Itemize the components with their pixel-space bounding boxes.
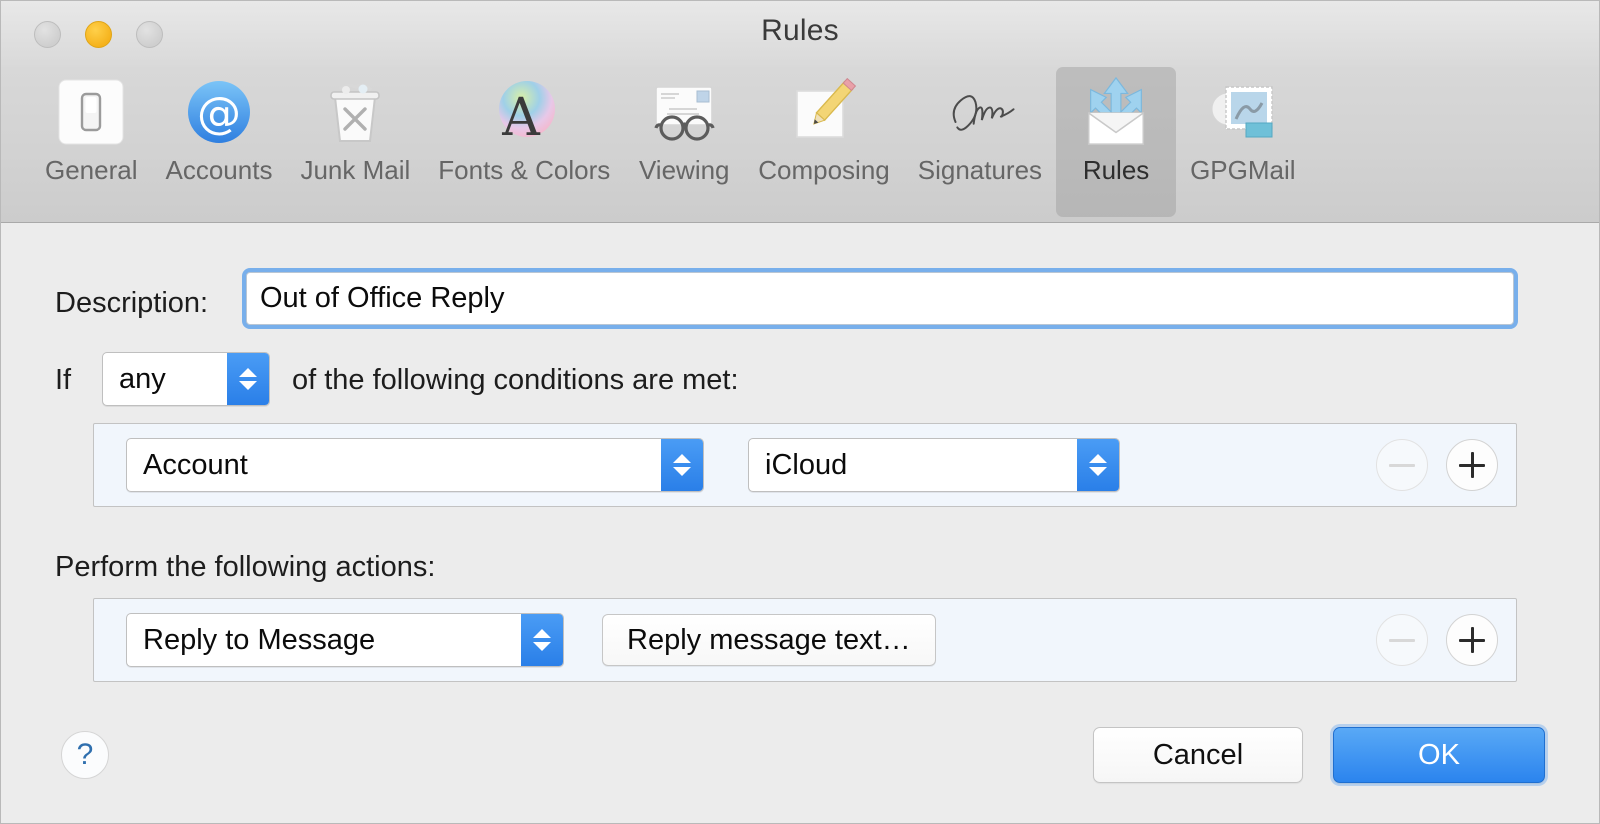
minus-icon <box>1389 463 1415 467</box>
ok-button[interactable]: OK <box>1333 727 1545 783</box>
help-button[interactable]: ? <box>61 731 109 779</box>
remove-action-button[interactable] <box>1376 614 1428 666</box>
window-titlebar: Rules <box>1 1 1599 67</box>
add-action-button[interactable] <box>1446 614 1498 666</box>
svg-text:A: A <box>501 88 541 148</box>
toolbar-item-label: GPGMail <box>1190 155 1296 185</box>
at-sign-icon: @ <box>180 73 258 151</box>
postage-stamp-icon <box>1204 73 1282 151</box>
match-type-value: any <box>119 362 166 395</box>
toolbar-item-label: General <box>45 155 138 185</box>
condition-criterion-popup[interactable]: Account <box>126 438 704 492</box>
preferences-toolbar: General @ Accounts Junk Mail A Fonts & C… <box>1 67 1599 223</box>
pencil-paper-icon <box>785 73 863 151</box>
chevron-updown-icon <box>227 353 269 405</box>
action-type-popup[interactable]: Reply to Message <box>126 613 564 667</box>
svg-text:@: @ <box>197 88 241 139</box>
minus-icon <box>1389 638 1415 642</box>
description-label: Description: <box>55 287 209 319</box>
rules-preferences-window: Rules General @ Accounts Junk Mail A Fon… <box>0 0 1600 824</box>
toolbar-item-accounts[interactable]: @ Accounts <box>152 67 287 192</box>
toolbar-item-viewing[interactable]: Viewing <box>624 67 744 192</box>
plus-icon-v <box>1470 627 1474 653</box>
action-type-value: Reply to Message <box>143 623 376 656</box>
toolbar-item-label: Fonts & Colors <box>438 155 611 185</box>
toolbar-item-general[interactable]: General <box>31 67 152 192</box>
font-color-wheel-icon: A <box>485 73 563 151</box>
if-label: If <box>55 364 72 396</box>
action-row-controls <box>1376 599 1498 681</box>
chevron-updown-icon <box>521 614 563 666</box>
rule-editor-pane: Description: Out of Office Reply If any … <box>1 223 1599 823</box>
action-row: Reply to Message Reply message text… <box>93 598 1517 682</box>
trash-can-icon <box>316 73 394 151</box>
eyeglasses-icon <box>645 73 723 151</box>
condition-row: Account iCloud <box>93 423 1517 507</box>
conditions-label: of the following conditions are met: <box>292 364 739 396</box>
toolbar-item-label: Signatures <box>917 155 1043 185</box>
description-input[interactable]: Out of Office Reply <box>246 272 1514 325</box>
reply-message-text-button[interactable]: Reply message text… <box>602 614 936 666</box>
actions-label: Perform the following actions: <box>55 551 436 583</box>
toolbar-item-label: Rules <box>1082 155 1150 185</box>
signature-icon <box>941 73 1019 151</box>
condition-value-popup[interactable]: iCloud <box>748 438 1120 492</box>
toolbar-item-label: Accounts <box>165 155 273 185</box>
window-title: Rules <box>761 14 839 47</box>
chevron-updown-icon <box>1077 439 1119 491</box>
toolbar-item-fonts-colors[interactable]: A Fonts & Colors <box>424 67 624 192</box>
toolbar-item-label: Junk Mail <box>300 155 411 185</box>
condition-value-text: iCloud <box>765 448 848 481</box>
toolbar-item-gpgmail[interactable]: GPGMail <box>1176 67 1309 192</box>
condition-criterion-value: Account <box>143 448 248 481</box>
toolbar-item-label: Viewing <box>638 155 730 185</box>
toolbar-item-label: Composing <box>758 155 890 185</box>
chevron-updown-icon <box>661 439 703 491</box>
mail-rules-icon <box>1077 73 1155 151</box>
toolbar-item-composing[interactable]: Composing <box>744 67 904 192</box>
light-switch-icon <box>52 73 130 151</box>
condition-row-controls <box>1376 424 1498 506</box>
toolbar-item-signatures[interactable]: Signatures <box>904 67 1056 192</box>
remove-condition-button[interactable] <box>1376 439 1428 491</box>
toolbar-item-rules[interactable]: Rules <box>1056 67 1177 217</box>
toolbar-item-junk-mail[interactable]: Junk Mail <box>286 67 424 192</box>
cancel-button[interactable]: Cancel <box>1093 727 1303 783</box>
add-condition-button[interactable] <box>1446 439 1498 491</box>
dialog-footer: ? Cancel OK <box>1 711 1599 823</box>
match-type-popup[interactable]: any <box>102 352 270 406</box>
plus-icon-v <box>1470 452 1474 478</box>
